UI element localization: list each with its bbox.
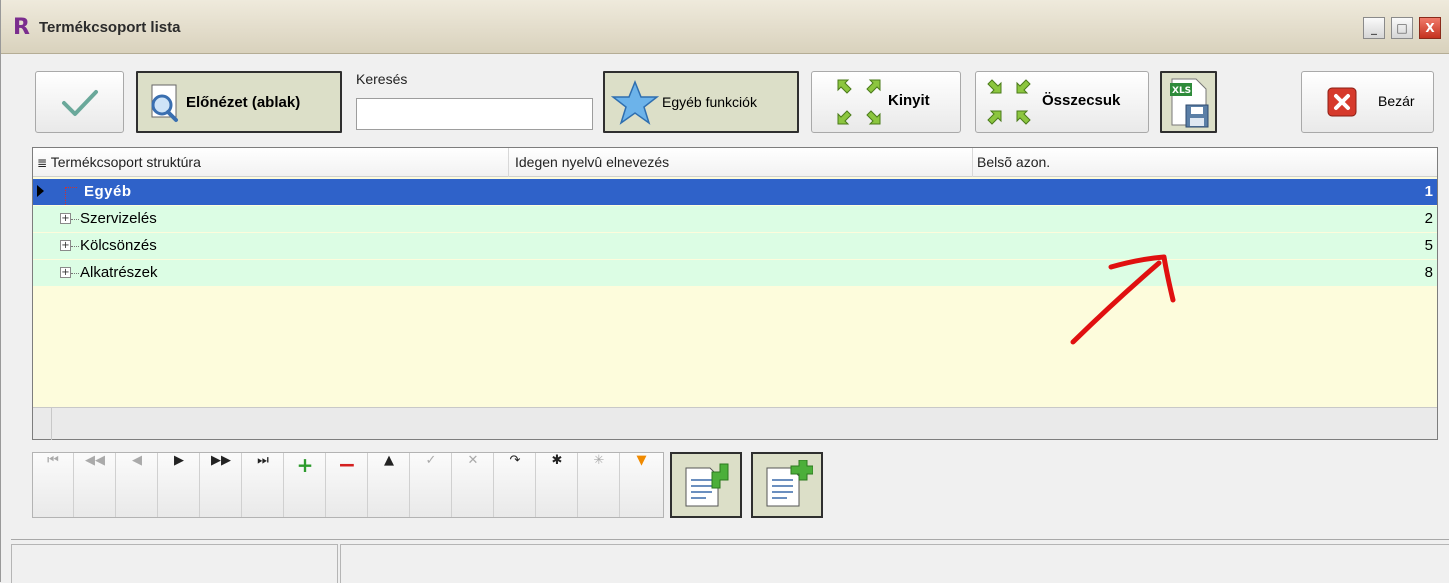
tree-connector [71, 219, 79, 220]
expand-all-button[interactable]: Kinyit [811, 71, 961, 133]
other-functions-label: Egyéb funkciók [662, 94, 757, 110]
column-header-internal-id[interactable]: Belsõ azon. [973, 148, 1437, 177]
magnifier-document-icon [151, 84, 178, 122]
expand-arrows-icon [837, 79, 881, 125]
bookmark-button[interactable]: ✱ [537, 453, 578, 517]
close-x-icon [1327, 87, 1357, 117]
tree-line-icon [65, 187, 77, 205]
tree-connector [71, 246, 79, 247]
table-row[interactable]: + Szervizelés 2 [33, 206, 1437, 232]
add-document-icon [685, 463, 729, 507]
next-page-button[interactable]: ▶▶ [201, 453, 242, 517]
status-panel-right [340, 544, 1449, 583]
row-id: 1 [1424, 183, 1433, 200]
checkmark-icon [62, 90, 98, 116]
column-header-structure-label: Termékcsoport struktúra [50, 154, 201, 170]
status-panel-left [11, 544, 338, 583]
edit-record-button[interactable]: ▲ [369, 453, 410, 517]
product-group-tree-grid[interactable]: ≣ Termékcsoport struktúra Idegen nyelvû … [32, 147, 1438, 440]
app-logo-icon: R [13, 15, 30, 40]
prior-page-button[interactable]: ◀◀ [75, 453, 116, 517]
other-functions-button[interactable]: Egyéb funkciók [603, 71, 799, 133]
goto-bookmark-button[interactable]: ✳ [579, 453, 620, 517]
search-label: Keresés [356, 71, 408, 87]
grid-rows: Egyéb 1 + Szervizelés 2 + Kölcsönzés 5 +… [33, 177, 1437, 407]
row-name: Alkatrészek [80, 264, 158, 281]
table-row[interactable]: + Kölcsönzés 5 [33, 233, 1437, 259]
expand-node-icon[interactable]: + [60, 240, 71, 251]
search-input[interactable] [356, 98, 593, 130]
maximize-button[interactable]: □ [1391, 17, 1413, 39]
product-group-list-window: R Termékcsoport lista _ □ X Előnézet (ab… [0, 0, 1449, 583]
close-button[interactable]: Bezár [1301, 71, 1434, 133]
column-chooser-icon[interactable]: ≣ [37, 156, 47, 170]
tree-connector [71, 273, 79, 274]
table-row[interactable]: + Alkatrészek 8 [33, 260, 1437, 286]
ok-button[interactable] [35, 71, 124, 133]
filter-button[interactable]: ▼ [621, 453, 662, 517]
window-title: Termékcsoport lista [39, 19, 181, 36]
row-name: Kölcsönzés [80, 237, 157, 254]
annotation-arrow-icon [1070, 254, 1176, 345]
insert-record-button[interactable]: + [285, 453, 326, 517]
grid-header: ≣ Termékcsoport struktúra Idegen nyelvû … [33, 148, 1437, 177]
add-subdocument-icon [766, 460, 813, 507]
xls-save-icon [1170, 78, 1209, 128]
close-button-label: Bezár [1378, 93, 1415, 109]
add-subdocument-button[interactable] [751, 452, 823, 518]
expand-all-label: Kinyit [888, 92, 930, 109]
record-navigator: ⏮ ◀◀ ◀ ▶ ▶▶ ⏭ + − ▲ ✓ ✕ ↷ ✱ ✳ ▼ [32, 452, 664, 518]
collapse-arrows-icon [987, 79, 1031, 125]
collapse-all-button[interactable]: Összecsuk [975, 71, 1149, 133]
grid-footer [33, 407, 1437, 440]
first-record-button[interactable]: ⏮ [33, 453, 74, 517]
refresh-button[interactable]: ↷ [495, 453, 536, 517]
row-id: 5 [1424, 237, 1433, 254]
table-row[interactable]: Egyéb 1 [33, 179, 1437, 205]
column-header-foreign-name-label: Idegen nyelvû elnevezés [515, 154, 670, 170]
current-row-indicator-icon [37, 185, 44, 197]
footer-divider [51, 408, 52, 440]
prior-record-button[interactable]: ◀ [117, 453, 158, 517]
post-record-button[interactable]: ✓ [411, 453, 452, 517]
expand-node-icon[interactable]: + [60, 213, 71, 224]
preview-window-button[interactable]: Előnézet (ablak) [136, 71, 342, 133]
next-record-button[interactable]: ▶ [159, 453, 200, 517]
preview-button-label: Előnézet (ablak) [186, 94, 301, 111]
expand-node-icon[interactable]: + [60, 267, 71, 278]
collapse-all-label: Összecsuk [1042, 92, 1121, 109]
add-document-button[interactable] [670, 452, 742, 518]
cancel-edit-button[interactable]: ✕ [453, 453, 494, 517]
close-window-button[interactable]: X [1419, 17, 1441, 39]
last-record-button[interactable]: ⏭ [243, 453, 284, 517]
row-name: Egyéb [84, 183, 132, 200]
status-bar [11, 539, 1449, 583]
xls-badge: XLS [1172, 86, 1192, 96]
row-id: 2 [1424, 210, 1433, 227]
row-id: 8 [1424, 264, 1433, 281]
row-name: Szervizelés [80, 210, 157, 227]
minimize-button[interactable]: _ [1363, 17, 1385, 39]
star-icon [611, 79, 659, 125]
column-header-internal-id-label: Belsõ azon. [977, 154, 1051, 170]
export-xls-button[interactable]: XLS [1160, 71, 1217, 133]
delete-record-button[interactable]: − [327, 453, 368, 517]
column-header-foreign-name[interactable]: Idegen nyelvû elnevezés [511, 148, 973, 177]
title-bar[interactable]: R Termékcsoport lista _ □ X [1, 0, 1449, 54]
column-header-structure[interactable]: ≣ Termékcsoport struktúra [33, 148, 509, 177]
